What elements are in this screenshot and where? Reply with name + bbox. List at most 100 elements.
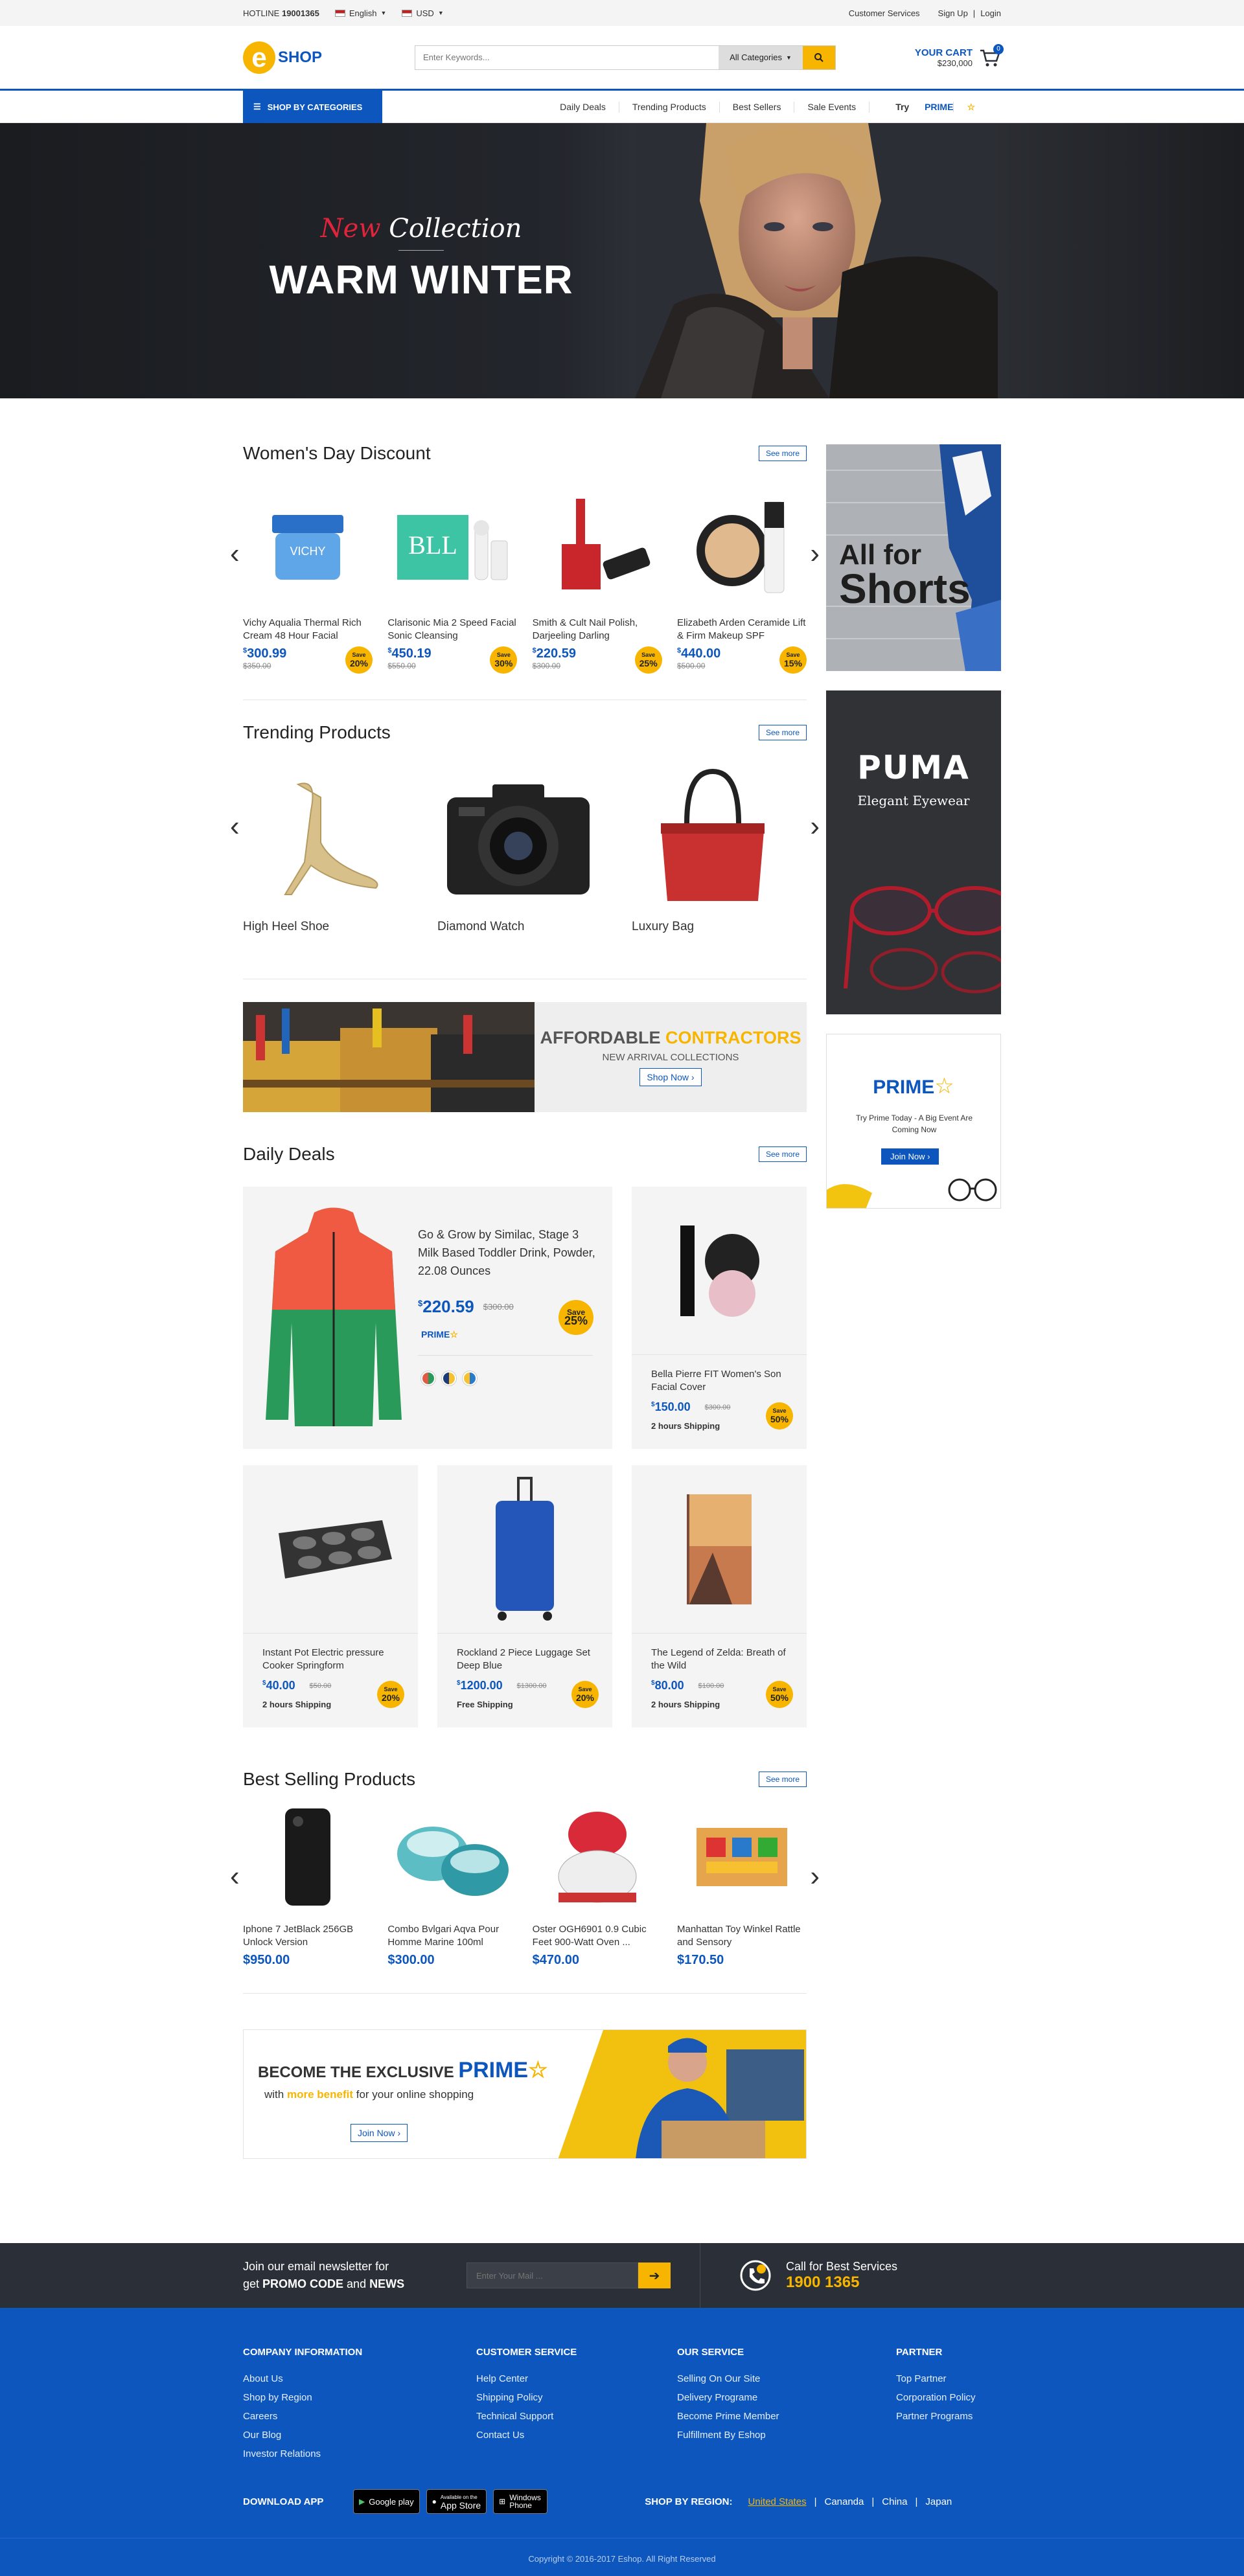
currency-select[interactable]: USD ▼ [402,8,444,18]
footer-col-company: COMPANY INFORMATION About Us Shop by Reg… [243,2347,476,2463]
app-store-button[interactable]: ● Available on the App Store [426,2489,487,2514]
nav-trending-products[interactable]: Trending Products [618,101,719,113]
prime-join-button[interactable]: Join Now › [881,1148,939,1165]
chevron-left-icon[interactable]: ‹ [230,810,240,843]
product-card[interactable]: High Heel Shoe [243,758,405,946]
nav-best-sellers[interactable]: Best Sellers [719,101,794,113]
save-badge: Save 20% [377,1681,404,1708]
footer-link[interactable]: Top Partner [896,2369,976,2388]
see-more-button[interactable]: See more [758,725,807,740]
footer-link[interactable]: Help Center [476,2369,677,2388]
shop-now-button[interactable]: Shop Now › [639,1068,702,1086]
save-badge: Save 25% [559,1300,593,1335]
color-swatch[interactable] [442,1371,456,1385]
trending-section: Trending Products See more ‹ › High Heel … [230,700,820,979]
language-select[interactable]: English ▼ [334,8,387,18]
google-play-button[interactable]: ▶ Google play [353,2489,420,2514]
logo[interactable]: e SHOP [243,41,415,74]
nav-daily-deals[interactable]: Daily Deals [547,102,619,113]
color-swatch[interactable] [463,1371,477,1385]
footer-link[interactable]: Shipping Policy [476,2388,677,2407]
section-title: Trending Products [243,722,391,742]
deal-card[interactable]: Instant Pot Electric pressure Cooker Spr… [243,1465,418,1727]
puma-banner[interactable]: PUMA Elegant Eyewear [826,690,1001,1014]
shop-by-categories-button[interactable]: ☰ SHOP BY CATEGORIES [243,91,382,123]
shorts-banner[interactable]: All for Shorts [826,444,1001,671]
us-flag-icon [334,9,345,17]
product-card[interactable]: VICHY Vichy Aqualia Thermal Rich Cream 4… [243,479,373,674]
customer-services-link[interactable]: Customer Services [849,8,920,18]
apple-icon: ● [432,2497,437,2506]
hero-banner[interactable]: New Collection WARM WINTER [0,123,1244,398]
product-card[interactable]: Luxury Bag [632,758,794,946]
menu-icon: ☰ [253,102,261,111]
newsletter-submit-button[interactable]: ➔ [638,2263,671,2288]
camera-image [447,784,590,895]
chevron-right-icon[interactable]: › [810,538,820,570]
product-card[interactable]: Diamond Watch [437,758,599,946]
deal-card[interactable]: The Legend of Zelda: Breath of the Wild … [632,1465,807,1727]
footer-col-our-service: OUR SERVICE Selling On Our Site Delivery… [677,2347,896,2463]
windows-phone-button[interactable]: ⊞ Windows Phone [493,2489,548,2514]
category-select[interactable]: All Categories ▼ [719,45,803,69]
product-card[interactable]: Combo Bvlgari Aqva Pour Homme Marine 100… [387,1799,517,1968]
search-input[interactable] [415,45,719,69]
oven-image [558,1812,637,1903]
footer-link[interactable]: Selling On Our Site [677,2369,896,2388]
call-services: Call for Best Services 1900 1365 [739,2259,897,2292]
footer-link[interactable]: Our Blog [243,2426,476,2445]
footer-link[interactable]: Shop by Region [243,2388,476,2407]
contractors-banner[interactable]: AFFORDABLE CONTRACTORS NEW ARRIVAL COLLE… [243,1002,807,1112]
footer-link[interactable]: Delivery Programe [677,2388,896,2407]
phone-icon [740,2260,771,2291]
caret-down-icon: ▼ [786,54,792,61]
region-link[interactable]: Cananda [824,2496,864,2507]
footer-link[interactable]: Technical Support [476,2407,677,2426]
footer-link[interactable]: About Us [243,2369,476,2388]
search-button[interactable] [803,45,835,69]
sign-up-link[interactable]: Sign Up [938,8,968,18]
nav-sale-events[interactable]: Sale Events [794,101,869,113]
region-link[interactable]: China [882,2496,907,2507]
arrow-right-icon: ➔ [649,2268,660,2283]
footer-link[interactable]: Corporation Policy [896,2388,976,2407]
chevron-left-icon[interactable]: ‹ [230,538,240,570]
hero-model-image [635,123,998,398]
product-card[interactable]: Manhattan Toy Winkel Rattle and Sensory … [677,1799,807,1968]
hero-title: WARM WINTER [269,258,573,302]
product-card[interactable]: BLL Clarisonic Mia 2 Speed Facial Sonic … [387,479,518,674]
cart[interactable]: YOUR CART $230,000 0 [915,43,1004,69]
chevron-right-icon[interactable]: › [810,1860,820,1893]
product-card[interactable]: Smith & Cult Nail Polish, Darjeeling Dar… [533,479,662,674]
color-swatch[interactable] [421,1371,435,1385]
footer-link[interactable]: Fulfillment By Eshop [677,2426,896,2445]
see-more-button[interactable]: See more [758,1772,807,1787]
region-link[interactable]: United States [748,2496,807,2507]
footer-link[interactable]: Contact Us [476,2426,677,2445]
product-card[interactable]: Oster OGH6901 0.9 Cubic Feet 900-Watt Ov… [533,1799,662,1968]
login-link[interactable]: Login [980,8,1001,18]
chevron-left-icon[interactable]: ‹ [230,1860,240,1893]
featured-deal-card[interactable]: Go & Grow by Similac, Stage 3 Milk Based… [243,1187,612,1449]
deal-card[interactable]: Rockland 2 Piece Luggage Set Deep Blue $… [437,1465,612,1727]
product-card[interactable]: Elizabeth Arden Ceramide Lift & Firm Mak… [677,479,807,674]
footer-link[interactable]: Become Prime Member [677,2407,896,2426]
footer-link[interactable]: Partner Programs [896,2407,976,2426]
deal-card[interactable]: Bella Pierre FIT Women's Son Facial Cove… [632,1187,807,1449]
chevron-right-icon[interactable]: › [810,810,820,843]
windows-icon: ⊞ [499,2497,506,2506]
product-card[interactable]: Iphone 7 JetBlack 256GB Unlock Version $… [243,1799,373,1968]
join-now-button[interactable]: Join Now › [351,2124,408,2142]
see-more-button[interactable]: See more [758,1146,807,1162]
prime-banner[interactable]: BECOME THE EXCLUSIVE PRIME☆ with more be… [243,2029,807,2159]
region-link[interactable]: Japan [925,2496,952,2507]
divider [243,1993,807,1994]
caret-down-icon: ▼ [380,10,387,16]
footer-link[interactable]: Investor Relations [243,2445,476,2463]
prime-promo-card[interactable]: PRIME☆ Try Prime Today - A Big Event Are… [826,1034,1001,1209]
footer-link[interactable]: Careers [243,2407,476,2426]
newsletter-email-input[interactable] [466,2263,638,2288]
tool-belt-image [243,1002,535,1112]
nav-try-prime[interactable]: Try PRIME ☆ [869,101,1001,113]
see-more-button[interactable]: See more [758,446,807,461]
